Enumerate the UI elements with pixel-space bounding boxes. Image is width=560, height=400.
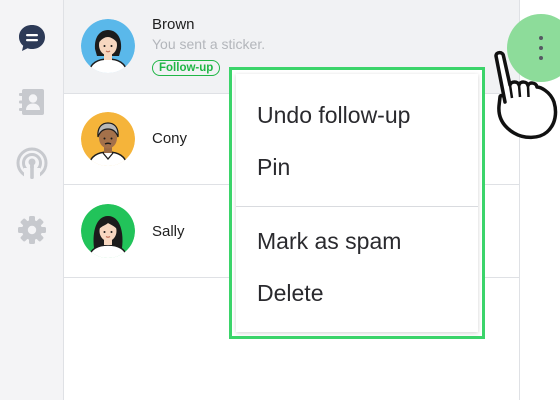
avatar-older-man-icon	[81, 112, 135, 166]
avatar	[81, 112, 135, 166]
avatar	[81, 204, 135, 258]
gear-icon	[18, 216, 46, 244]
contacts-icon	[19, 89, 44, 115]
context-menu: Undo follow-up Pin Mark as spam Delete	[229, 67, 485, 339]
follow-up-badge: Follow-up	[152, 60, 221, 76]
menu-item-mark-as-spam[interactable]: Mark as spam	[257, 221, 477, 261]
menu-divider	[236, 206, 478, 207]
chat-name: Cony	[152, 130, 188, 147]
pointing-hand-icon	[494, 50, 558, 140]
context-menu-panel: Undo follow-up Pin Mark as spam Delete	[236, 74, 478, 332]
sidebar-item-broadcast[interactable]	[13, 145, 51, 183]
chat-name: Brown	[152, 16, 195, 33]
sidebar	[0, 0, 64, 400]
avatar	[81, 19, 135, 73]
sidebar-item-settings[interactable]	[13, 211, 51, 249]
menu-item-pin[interactable]: Pin	[257, 147, 477, 187]
avatar-girl-icon	[81, 204, 135, 258]
chat-preview: You sent a sticker.	[152, 36, 266, 52]
chat-bubble-icon	[19, 25, 45, 51]
broadcast-icon	[16, 147, 48, 180]
sidebar-item-chats[interactable]	[13, 19, 51, 57]
avatar-woman-icon	[81, 19, 135, 73]
sidebar-item-contacts[interactable]	[13, 83, 51, 121]
menu-item-undo-follow-up[interactable]: Undo follow-up	[257, 95, 477, 135]
menu-item-delete[interactable]: Delete	[257, 273, 477, 313]
chat-name: Sally	[152, 223, 185, 240]
